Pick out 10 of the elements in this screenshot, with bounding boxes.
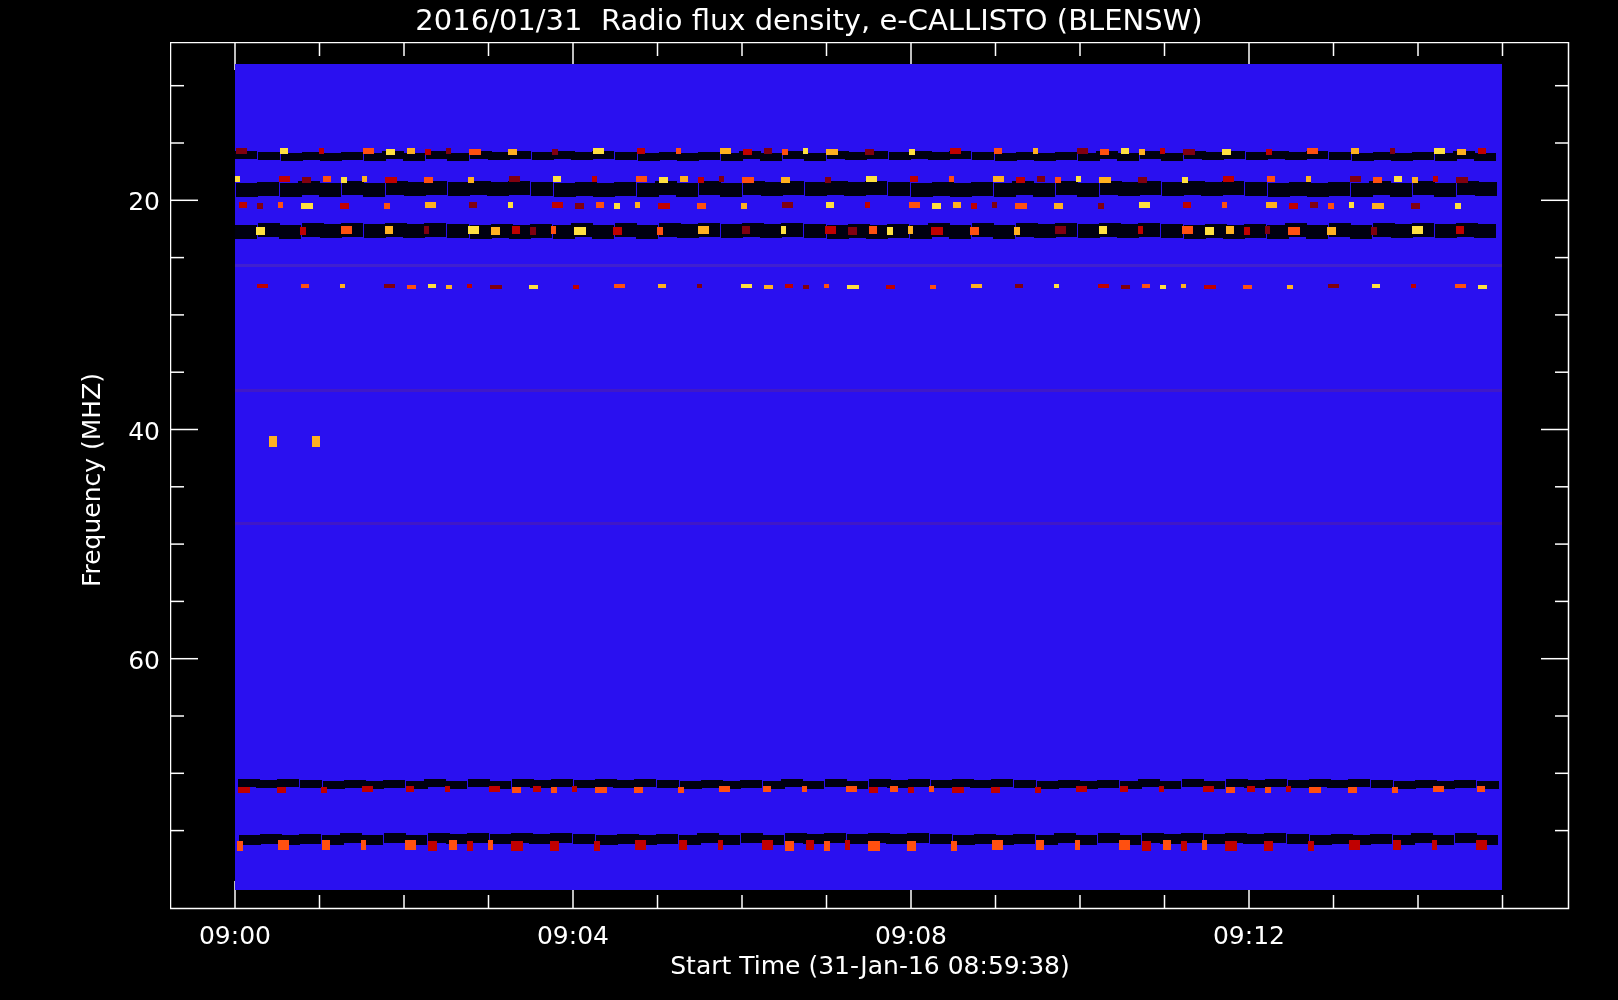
y-axis-label: Frequency (MHZ): [76, 372, 107, 588]
chart-title: 2016/01/31 Radio flux density, e-CALLISTO (BLENSW): [414, 2, 1204, 38]
x-axis-label: Start Time (31-Jan-16 08:59:38): [669, 950, 1071, 982]
x-tick-label: 09:04: [535, 920, 610, 952]
x-tick-label: 09:00: [197, 920, 272, 952]
y-tick-label: 20: [127, 186, 160, 218]
y-tick-label: 40: [127, 415, 160, 448]
x-tick-label: 09:08: [873, 920, 948, 952]
x-tick-label: 09:12: [1211, 920, 1286, 952]
y-tick-label: 60: [127, 645, 160, 677]
